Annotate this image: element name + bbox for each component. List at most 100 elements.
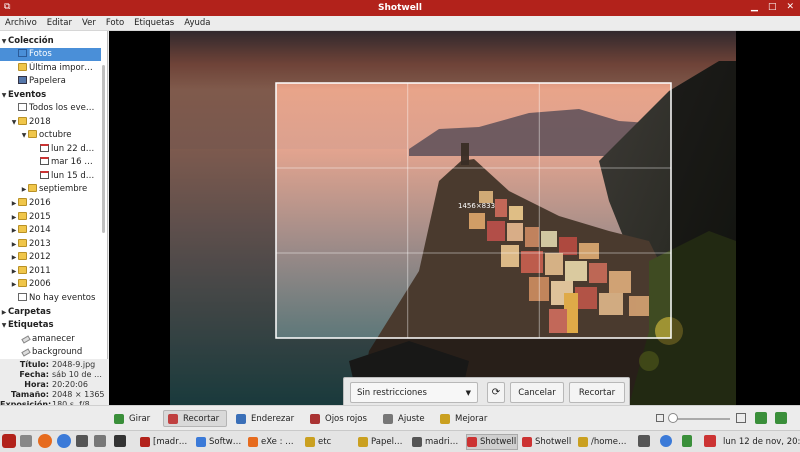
calendar-launcher-icon[interactable] <box>94 435 106 447</box>
sidebar-item-label: Papelera <box>29 76 66 86</box>
taskbar-window-label: Softw… <box>209 437 242 447</box>
sidebar-item-2011[interactable]: ▶ 2011 <box>0 265 101 278</box>
next-photo-icon[interactable] <box>775 412 787 424</box>
expand-right-icon[interactable]: ▶ <box>10 251 18 264</box>
sidebar-item-mar-16[interactable]: mar 16 … <box>0 156 101 169</box>
taskbar-window-button[interactable]: madri… <box>412 434 462 450</box>
menu-ayuda[interactable]: Ayuda <box>179 18 215 28</box>
tool-ojos-rojos-button[interactable]: Ojos rojos <box>306 410 373 427</box>
taskbar-window-label: madri… <box>425 437 459 447</box>
tool-mejorar-button[interactable]: Mejorar <box>436 410 492 427</box>
zoom-out-icon[interactable] <box>656 414 664 422</box>
zoom-slider-handle[interactable] <box>668 413 678 423</box>
crop-apply-button[interactable]: Recortar <box>569 382 625 403</box>
menu-ver[interactable]: Ver <box>77 18 101 28</box>
taskbar-window-button[interactable]: Shotwell <box>522 434 574 450</box>
expand-right-icon[interactable]: ▶ <box>10 265 18 278</box>
sidebar-item-amanecer[interactable]: amanecer <box>0 333 101 346</box>
menu-etiquetas[interactable]: Etiquetas <box>129 18 179 28</box>
menu-archivo[interactable]: Archivo <box>0 18 42 28</box>
terminal-launcher-icon[interactable] <box>76 435 88 447</box>
sidebar-item-todos-los-eve[interactable]: Todos los eve… <box>0 102 101 115</box>
expand-right-icon[interactable]: ▶ <box>10 278 18 291</box>
expand-down-icon[interactable]: ▼ <box>10 116 18 129</box>
folder-icon <box>18 63 27 71</box>
crop-ratio-dropdown[interactable]: Sin restricciones ▼ <box>350 382 478 403</box>
sidebar-item-label: 2016 <box>29 198 51 208</box>
expand-right-icon[interactable]: ▶ <box>20 183 28 196</box>
zoom-slider[interactable] <box>670 418 730 420</box>
taskbar-window-button[interactable]: Softw… <box>196 434 244 450</box>
sidebar-item-2016[interactable]: ▶ 2016 <box>0 197 101 210</box>
sidebar-item-2014[interactable]: ▶ 2014 <box>0 224 101 237</box>
taskbar-window-button[interactable]: eXe : … <box>248 434 302 450</box>
photo-canvas[interactable]: 1456×833 <box>109 31 800 405</box>
user-tray-icon[interactable] <box>704 435 716 447</box>
expand-down-icon[interactable]: ▼ <box>20 129 28 142</box>
expand-down-icon[interactable]: ▼ <box>0 319 8 332</box>
expand-right-icon[interactable]: ▶ <box>10 224 18 237</box>
tool-enderezar-button[interactable]: Enderezar <box>232 410 300 427</box>
info-row: Hora: 20:20:06 <box>0 380 108 390</box>
sidebar-item-lun-22-d[interactable]: lun 22 d… <box>0 143 101 156</box>
app-menu-icon[interactable] <box>2 434 16 448</box>
sidebar-item-no-hay-eventos[interactable]: No hay eventos <box>0 292 101 305</box>
sidebar-scrollbar[interactable] <box>102 65 105 233</box>
expand-right-icon[interactable]: ▶ <box>10 238 18 251</box>
taskbar-window-button[interactable]: /home… <box>578 434 630 450</box>
tool-girar-button[interactable]: Girar <box>110 410 158 427</box>
sidebar-item-fotos[interactable]: Fotos <box>0 48 101 61</box>
minimize-icon[interactable]: ▁ <box>751 2 758 12</box>
firefox-launcher-icon[interactable] <box>38 434 52 448</box>
maximize-icon[interactable]: □ <box>768 2 777 12</box>
taskbar-window-label: Shotwell <box>535 437 572 447</box>
menu-editar[interactable]: Editar <box>42 18 77 28</box>
taskbar-window-button[interactable]: Papel… <box>358 434 408 450</box>
tool-ajuste-button[interactable]: Ajuste <box>379 410 429 427</box>
taskbar-window-button[interactable]: Shotwell <box>466 434 518 450</box>
sidebar-item-etiquetas[interactable]: ▼ Etiquetas <box>0 319 101 332</box>
menu-foto[interactable]: Foto <box>101 18 129 28</box>
sidebar-item-2018[interactable]: ▼ 2018 <box>0 116 101 129</box>
files-launcher-icon[interactable] <box>20 435 32 447</box>
sidebar-item-2012[interactable]: ▶ 2012 <box>0 251 101 264</box>
clock[interactable]: lun 12 de nov, 20:49 <box>723 434 800 450</box>
cancel-button[interactable]: Cancelar <box>510 382 564 403</box>
tray-app-icon[interactable] <box>638 435 650 447</box>
taskbar-window-button[interactable]: etc <box>305 434 355 450</box>
sidebar-item-2006[interactable]: ▶ 2006 <box>0 278 101 291</box>
sidebar-item-background[interactable]: background <box>0 346 101 359</box>
browser-launcher-icon[interactable] <box>57 434 71 448</box>
sidebar-item-última-impor[interactable]: Última impor… <box>0 62 101 75</box>
sidebar-item-2013[interactable]: ▶ 2013 <box>0 238 101 251</box>
crop-orientation-button[interactable]: ⟳ <box>487 382 505 403</box>
sync-tray-icon[interactable] <box>660 435 672 447</box>
sidebar-item-colección[interactable]: ▼ Colección <box>0 35 101 48</box>
info-row: Tamaño: 2048 × 1365 <box>0 390 108 400</box>
sidebar-item-2015[interactable]: ▶ 2015 <box>0 211 101 224</box>
sidebar-item-eventos[interactable]: ▼ Eventos <box>0 89 101 102</box>
expand-right-icon[interactable]: ▶ <box>0 306 8 319</box>
expand-right-icon[interactable]: ▶ <box>10 211 18 224</box>
expand-down-icon[interactable]: ▼ <box>0 35 8 48</box>
window-menu-icon[interactable]: ⧉ <box>4 2 16 13</box>
previous-photo-icon[interactable] <box>755 412 767 424</box>
sidebar-item-lun-15-d[interactable]: lun 15 d… <box>0 170 101 183</box>
zoom-in-icon[interactable] <box>736 413 746 423</box>
close-icon[interactable]: ✕ <box>786 2 794 12</box>
info-key: Fecha: <box>19 370 49 379</box>
expand-right-icon[interactable]: ▶ <box>10 197 18 210</box>
sidebar-item-carpetas[interactable]: ▶ Carpetas <box>0 306 101 319</box>
sidebar-item-papelera[interactable]: Papelera <box>0 75 101 88</box>
sidebar-item-label: background <box>32 347 83 357</box>
sidebar-item-septiembre[interactable]: ▶ septiembre <box>0 183 101 196</box>
tool-recortar-button[interactable]: Recortar <box>163 410 227 427</box>
window-app-icon <box>305 437 315 447</box>
clipboard-tray-icon[interactable] <box>682 435 692 447</box>
expand-down-icon[interactable]: ▼ <box>0 89 8 102</box>
sidebar-item-label: Todos los eve… <box>29 103 95 113</box>
sidebar-item-octubre[interactable]: ▼ octubre <box>0 129 101 142</box>
folder-icon <box>18 198 27 206</box>
monitor-launcher-icon[interactable] <box>114 435 126 447</box>
taskbar-window-button[interactable]: [madr… <box>140 434 192 450</box>
